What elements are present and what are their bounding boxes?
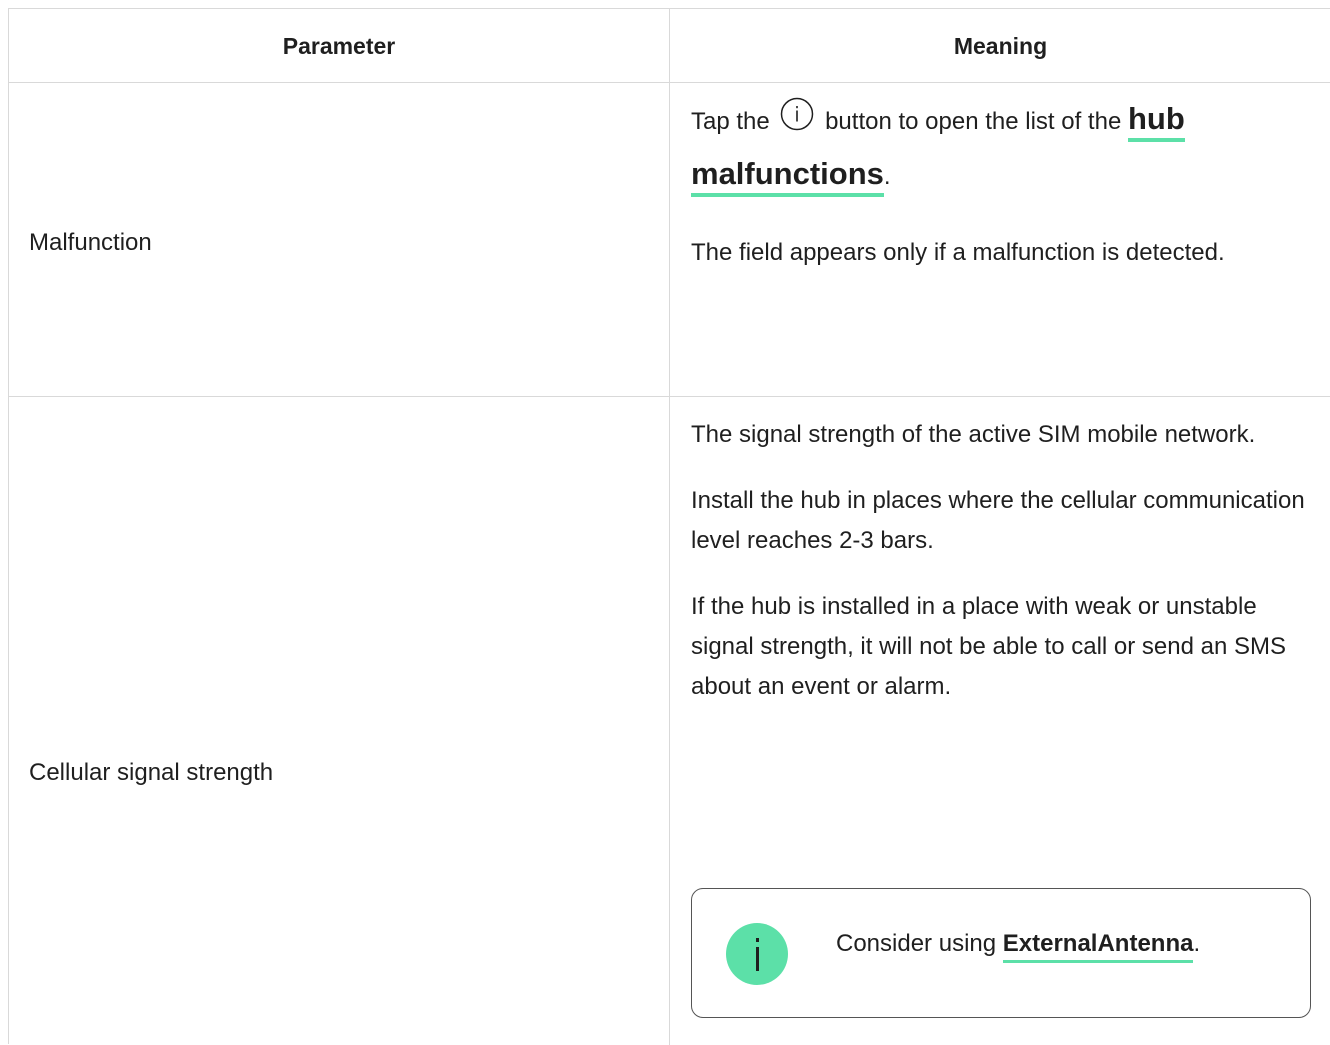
- header-parameter: Parameter: [282, 33, 396, 59]
- table-header-row: Parameter Meaning: [9, 9, 1330, 83]
- instruction-text-start: Tap the: [691, 108, 770, 135]
- malfunction-instruction: Tap the button to open the list of the h…: [691, 93, 1311, 203]
- header-meaning: Meaning: [953, 33, 1048, 59]
- parameter-malfunction: Malfunction: [29, 229, 152, 256]
- external-antenna-link[interactable]: ExternalAntenna: [1002, 930, 1194, 963]
- signal-paragraph-3: If the hub is installed in a place with …: [691, 593, 1286, 700]
- parameters-table: Parameter Meaning Malfunction Tap the bu…: [8, 8, 1330, 1045]
- note-text-before-link: Consider using: [836, 930, 997, 957]
- note-box: Consider using ExternalAntenna.: [691, 888, 1311, 1018]
- meaning-malfunction: Tap the button to open the list of the h…: [691, 93, 1311, 273]
- table-row: Cellular signal strength The signal stre…: [9, 397, 1330, 1045]
- note-text: Consider using ExternalAntenna.: [836, 924, 1200, 964]
- info-icon: [726, 923, 788, 985]
- link-suffix: .: [883, 163, 891, 190]
- hub-malfunctions-link-part1[interactable]: hub: [1127, 101, 1185, 142]
- info-circle-icon: [781, 97, 814, 131]
- hub-malfunctions-link-part2[interactable]: malfunctions: [691, 156, 884, 197]
- instruction-text-end: button to open the list of the: [825, 108, 1122, 135]
- signal-paragraph-1: The signal strength of the active SIM mo…: [691, 421, 1256, 448]
- note-text-after-link: .: [1193, 930, 1201, 957]
- table-row: Malfunction Tap the button to open the l…: [9, 83, 1330, 397]
- meaning-cellular-signal-strength: The signal strength of the active SIM mo…: [691, 415, 1311, 707]
- parameter-cellular-signal-strength: Cellular signal strength: [29, 759, 274, 786]
- signal-paragraph-2: Install the hub in places where the cell…: [691, 487, 1305, 554]
- malfunction-note: The field appears only if a malfunction …: [691, 239, 1225, 266]
